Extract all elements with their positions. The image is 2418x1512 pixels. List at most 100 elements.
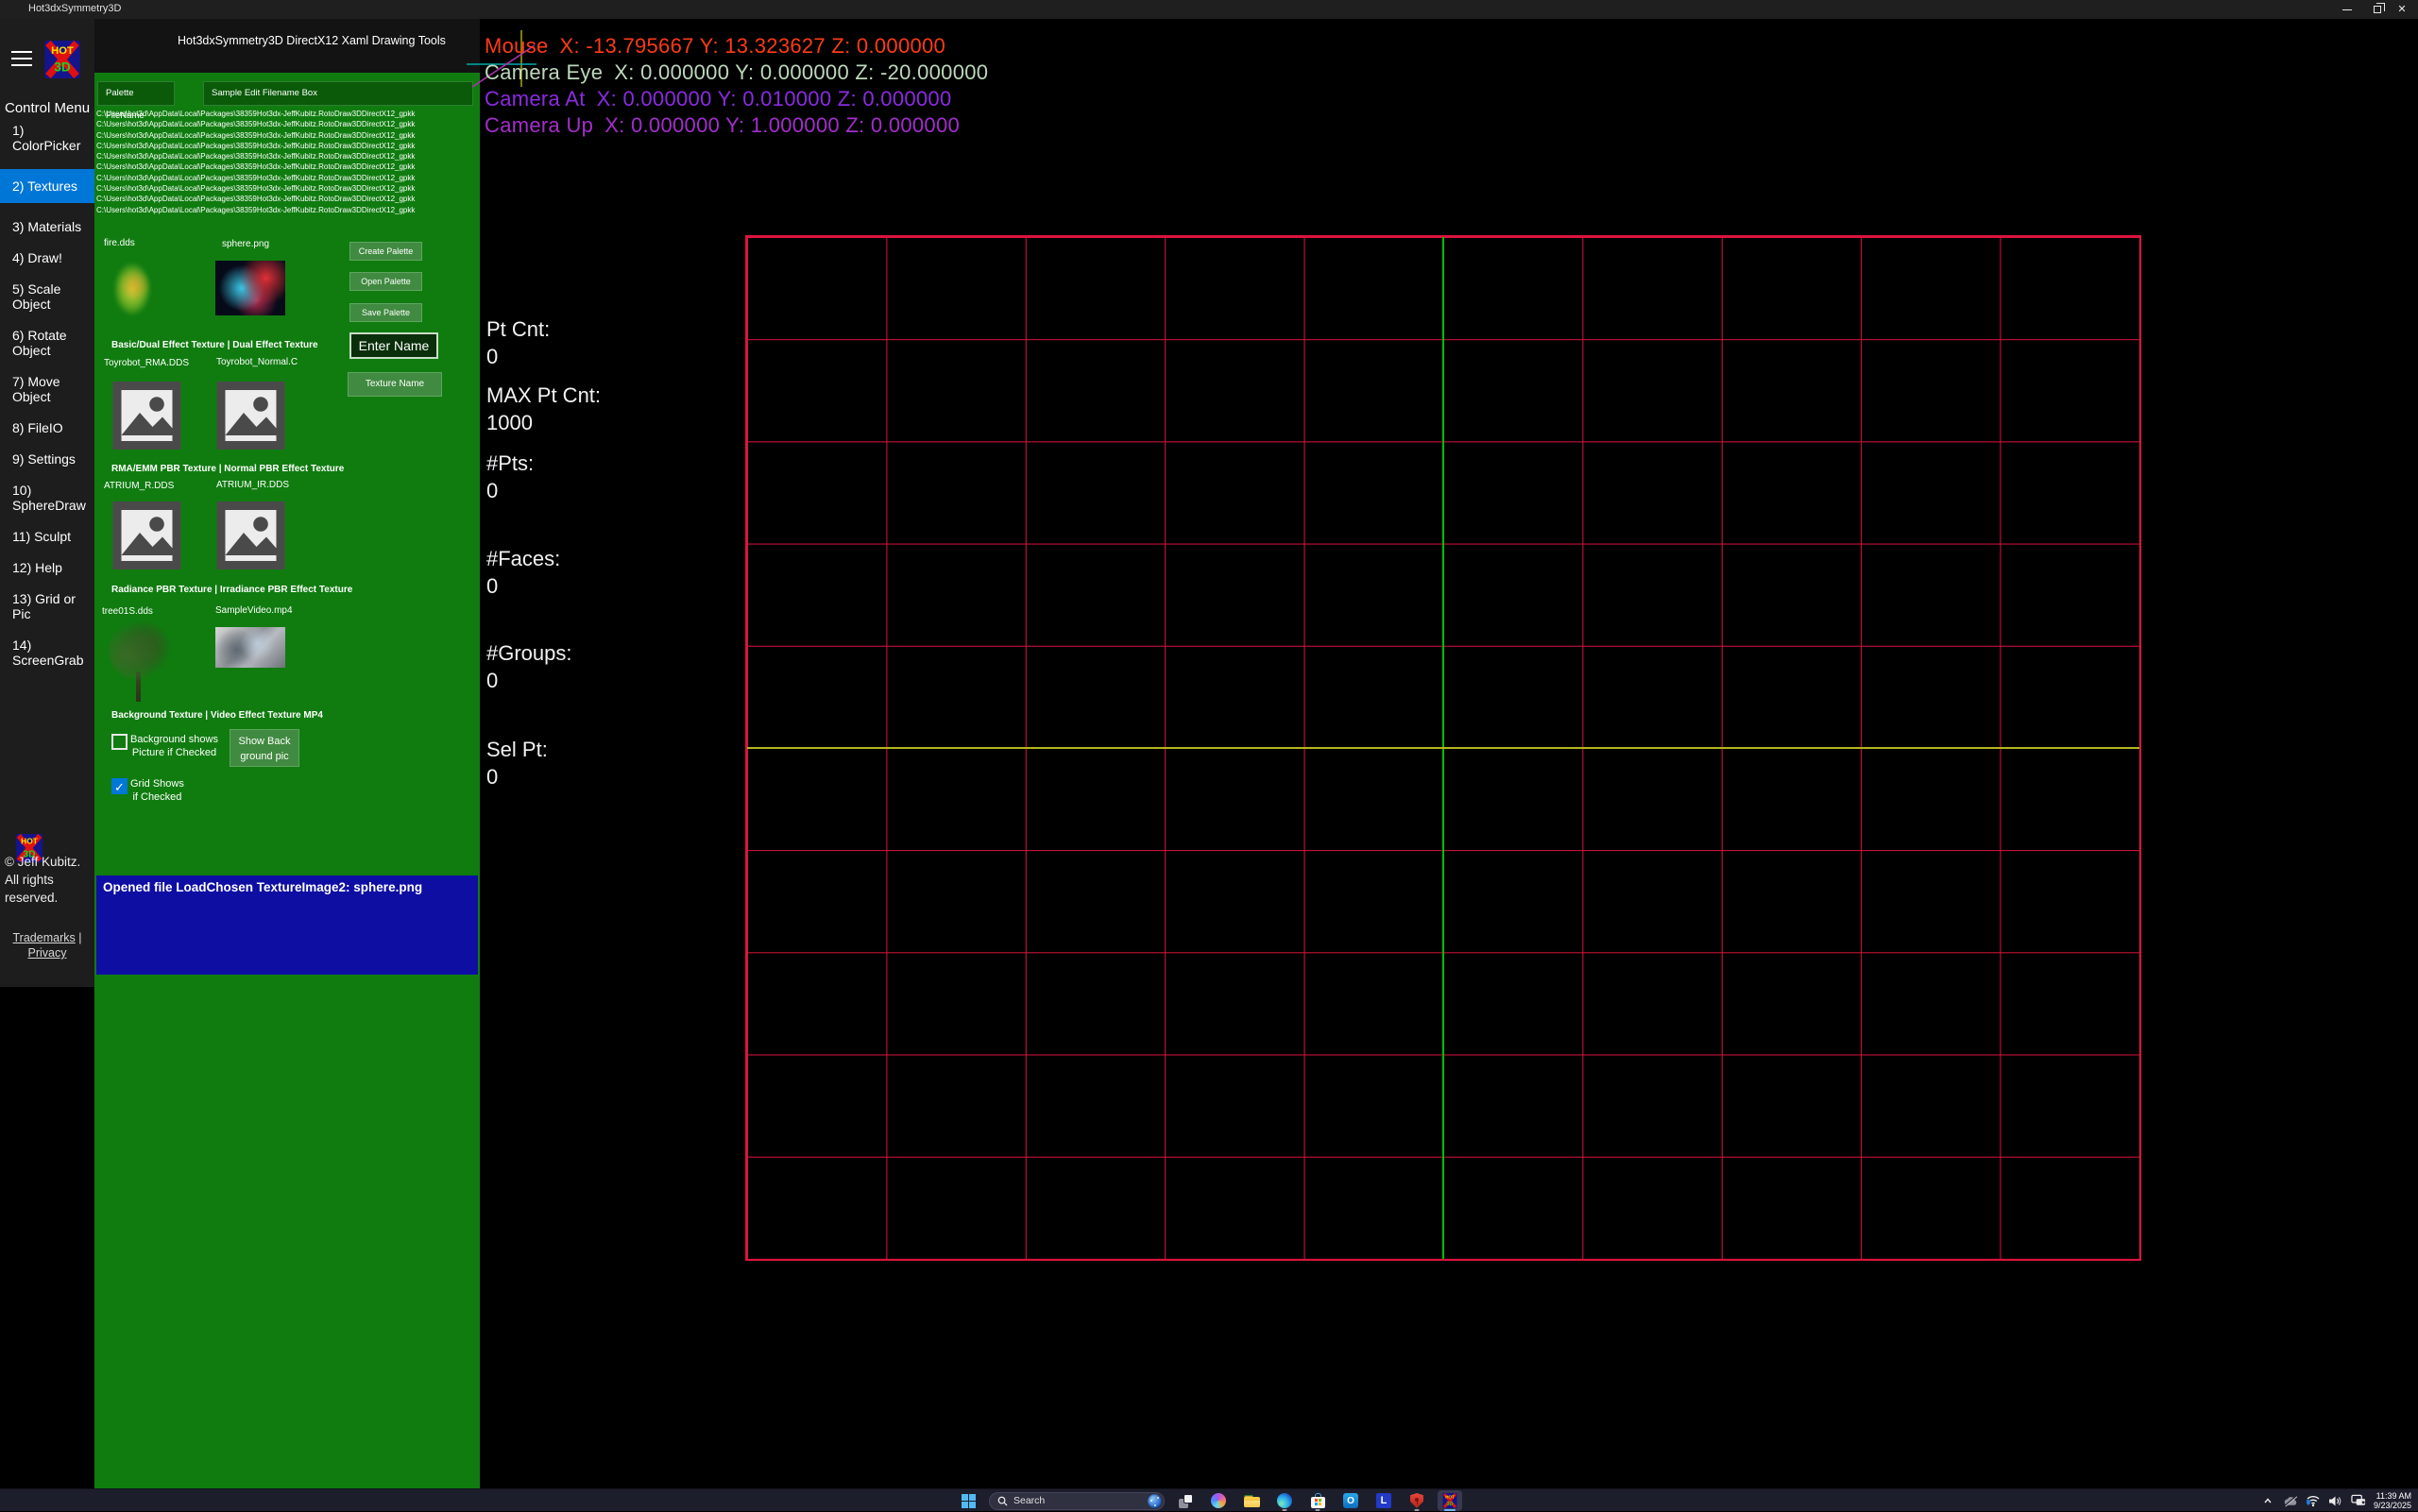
sidebar-item-settings[interactable]: 9) Settings bbox=[0, 451, 94, 467]
tree-texture-thumbnail[interactable] bbox=[109, 622, 169, 704]
open-palette-button[interactable]: Open Palette bbox=[349, 272, 422, 291]
texture-label-atrium-r: ATRIUM_R.DDS bbox=[104, 481, 174, 491]
file-explorer-icon bbox=[1244, 1495, 1260, 1507]
file-explorer-button[interactable] bbox=[1239, 1490, 1264, 1511]
start-button[interactable] bbox=[956, 1490, 980, 1511]
sidebar-menu: 1) ColorPicker 2) Textures 3) Materials … bbox=[0, 123, 94, 668]
sidebar-item-move-object[interactable]: 7) Move Object bbox=[0, 374, 94, 404]
security-shield-button[interactable] bbox=[1405, 1490, 1429, 1511]
file-path-row[interactable]: C:\Users\hot3d\AppData\Local\Packages\38… bbox=[96, 194, 478, 204]
caption-basic-dual: Basic/Dual Effect Texture | Dual Effect … bbox=[111, 340, 318, 350]
speaker-icon[interactable] bbox=[2328, 1493, 2343, 1508]
window-titlebar: Hot3dxSymmetry3D ✕ bbox=[0, 0, 2418, 19]
copilot-button[interactable] bbox=[1206, 1490, 1231, 1511]
drawing-grid[interactable] bbox=[745, 235, 2141, 1261]
edge-button[interactable] bbox=[1272, 1490, 1297, 1511]
atrium-r-thumbnail[interactable] bbox=[111, 501, 182, 569]
texture-label-video: SampleVideo.mp4 bbox=[215, 605, 293, 616]
image-placeholder-icon bbox=[111, 382, 182, 450]
image-placeholder-icon bbox=[215, 501, 286, 569]
background-picture-checkbox[interactable] bbox=[111, 734, 128, 750]
file-path-row[interactable]: C:\Users\hot3d\AppData\Local\Packages\38… bbox=[96, 119, 478, 129]
grid-shows-checkbox[interactable]: ✓ bbox=[111, 778, 128, 794]
stat-groups: #Groups:0 bbox=[486, 639, 572, 694]
microsoft-store-icon bbox=[1311, 1493, 1325, 1508]
trademarks-link[interactable]: Trademarks bbox=[13, 931, 76, 944]
show-background-pic-button[interactable]: Show Back ground pic bbox=[230, 729, 299, 767]
sidebar-item-rotate-object[interactable]: 6) Rotate Object bbox=[0, 328, 94, 358]
sidebar-heading: Control Menu bbox=[5, 100, 90, 116]
hot3dx-app-button[interactable]: HOT 3D bbox=[1438, 1490, 1462, 1511]
tab-palette-filename[interactable]: Palette FileName bbox=[97, 81, 175, 106]
camera-eye-readout: Camera EyeX: 0.000000 Y: 0.000000 Z: -20… bbox=[485, 60, 988, 85]
wifi-icon[interactable] bbox=[2306, 1493, 2321, 1508]
close-button[interactable]: ✕ bbox=[2386, 0, 2418, 19]
cast-display-icon[interactable] bbox=[2351, 1493, 2366, 1508]
app-logo: HOT 3D bbox=[43, 38, 81, 81]
svg-text:HOT: HOT bbox=[51, 45, 74, 57]
sidebar-item-materials[interactable]: 3) Materials bbox=[0, 219, 94, 234]
search-highlight-icon bbox=[1148, 1494, 1162, 1508]
tray-chevron-up-icon[interactable] bbox=[2260, 1493, 2275, 1508]
control-menu-sidebar: Control Menu 1) ColorPicker 2) Textures … bbox=[0, 19, 94, 987]
privacy-link[interactable]: Privacy bbox=[28, 946, 67, 960]
legal-links: Trademarks | Privacy bbox=[0, 930, 94, 960]
sidebar-item-help[interactable]: 12) Help bbox=[0, 560, 94, 575]
links-separator: | bbox=[76, 931, 82, 944]
microsoft-store-button[interactable] bbox=[1305, 1490, 1330, 1511]
status-message-box: Opened file LoadChosen TextureImage2: sp… bbox=[96, 875, 478, 975]
texture-name-button[interactable]: Texture Name bbox=[348, 372, 442, 397]
task-view-button[interactable] bbox=[1173, 1490, 1198, 1511]
caption-rma-emm: RMA/EMM PBR Texture | Normal PBR Effect … bbox=[111, 464, 344, 474]
grid-horizontal-center-axis bbox=[747, 747, 2139, 749]
name-input[interactable]: Enter Name bbox=[349, 332, 438, 359]
taskbar-clock[interactable]: 11:39 AM 9/23/2025 bbox=[2374, 1491, 2414, 1511]
minimize-button[interactable] bbox=[2331, 0, 2363, 19]
toyrobot-rma-thumbnail[interactable] bbox=[111, 382, 182, 450]
edge-icon bbox=[1277, 1493, 1292, 1508]
file-path-row[interactable]: C:\Users\hot3d\AppData\Local\Packages\38… bbox=[96, 183, 478, 194]
file-path-row[interactable]: C:\Users\hot3d\AppData\Local\Packages\38… bbox=[96, 130, 478, 141]
file-path-row[interactable]: C:\Users\hot3d\AppData\Local\Packages\38… bbox=[96, 205, 478, 215]
caption-radiance: Radiance PBR Texture | Irradiance PBR Ef… bbox=[111, 585, 352, 595]
sidebar-item-grid-or-pic[interactable]: 13) Grid or Pic bbox=[0, 591, 94, 621]
texture-label-atrium-ir: ATRIUM_IR.DDS bbox=[216, 480, 289, 490]
outlook-button[interactable]: O bbox=[1338, 1490, 1363, 1511]
panel-header: Hot3dxSymmetry3D DirectX12 Xaml Drawing … bbox=[94, 19, 480, 73]
file-path-row[interactable]: C:\Users\hot3d\AppData\Local\Packages\38… bbox=[96, 141, 478, 151]
page-title: Hot3dxSymmetry3D DirectX12 Xaml Drawing … bbox=[178, 34, 480, 47]
svg-text:3D: 3D bbox=[54, 60, 71, 75]
outlook-icon: O bbox=[1343, 1493, 1358, 1508]
sidebar-item-scale-object[interactable]: 5) Scale Object bbox=[0, 281, 94, 312]
search-icon bbox=[997, 1496, 1008, 1506]
file-path-row[interactable]: C:\Users\hot3d\AppData\Local\Packages\38… bbox=[96, 173, 478, 183]
stat-pt-cnt: Pt Cnt:0 bbox=[486, 315, 550, 370]
sample-video-thumbnail[interactable] bbox=[215, 627, 285, 668]
sidebar-item-textures[interactable]: 2) Textures bbox=[0, 169, 94, 203]
toyrobot-normal-thumbnail[interactable] bbox=[215, 382, 286, 450]
sidebar-item-colorpicker[interactable]: 1) ColorPicker bbox=[0, 123, 94, 153]
file-path-row[interactable]: C:\Users\hot3d\AppData\Local\Packages\38… bbox=[96, 161, 478, 172]
l-app-button[interactable]: L bbox=[1371, 1490, 1396, 1511]
image-placeholder-icon bbox=[111, 501, 182, 569]
hamburger-menu-icon[interactable] bbox=[11, 51, 32, 66]
sphere-texture-thumbnail[interactable] bbox=[215, 261, 285, 315]
copyright-text: © Jeff Kubitz. All rights reserved. bbox=[5, 853, 92, 907]
textures-panel: Hot3dxSymmetry3D DirectX12 Xaml Drawing … bbox=[94, 19, 480, 1488]
sidebar-item-spheredraw[interactable]: 10) SphereDraw bbox=[0, 483, 94, 513]
onedrive-icon[interactable] bbox=[2283, 1493, 2298, 1508]
sidebar-item-fileio[interactable]: 8) FileIO bbox=[0, 420, 94, 435]
security-shield-icon bbox=[1410, 1493, 1423, 1508]
sidebar-item-screengrab[interactable]: 14) ScreenGrab bbox=[0, 637, 94, 668]
sidebar-item-draw[interactable]: 4) Draw! bbox=[0, 250, 94, 265]
fire-texture-thumbnail[interactable] bbox=[106, 251, 159, 327]
file-path-row[interactable]: C:\Users\hot3d\AppData\Local\Packages\38… bbox=[96, 151, 478, 161]
tab-sample-edit-filename[interactable]: Sample Edit Filename Box bbox=[203, 81, 473, 106]
atrium-ir-thumbnail[interactable] bbox=[215, 501, 286, 569]
create-palette-button[interactable]: Create Palette bbox=[349, 242, 422, 261]
save-palette-button[interactable]: Save Palette bbox=[349, 303, 422, 322]
minimize-icon bbox=[2342, 9, 2352, 10]
file-path-row[interactable]: C:\Users\hot3d\AppData\Local\Packages\38… bbox=[96, 109, 478, 119]
sidebar-item-sculpt[interactable]: 11) Sculpt bbox=[0, 529, 94, 544]
search-input[interactable]: Search bbox=[989, 1492, 1165, 1510]
